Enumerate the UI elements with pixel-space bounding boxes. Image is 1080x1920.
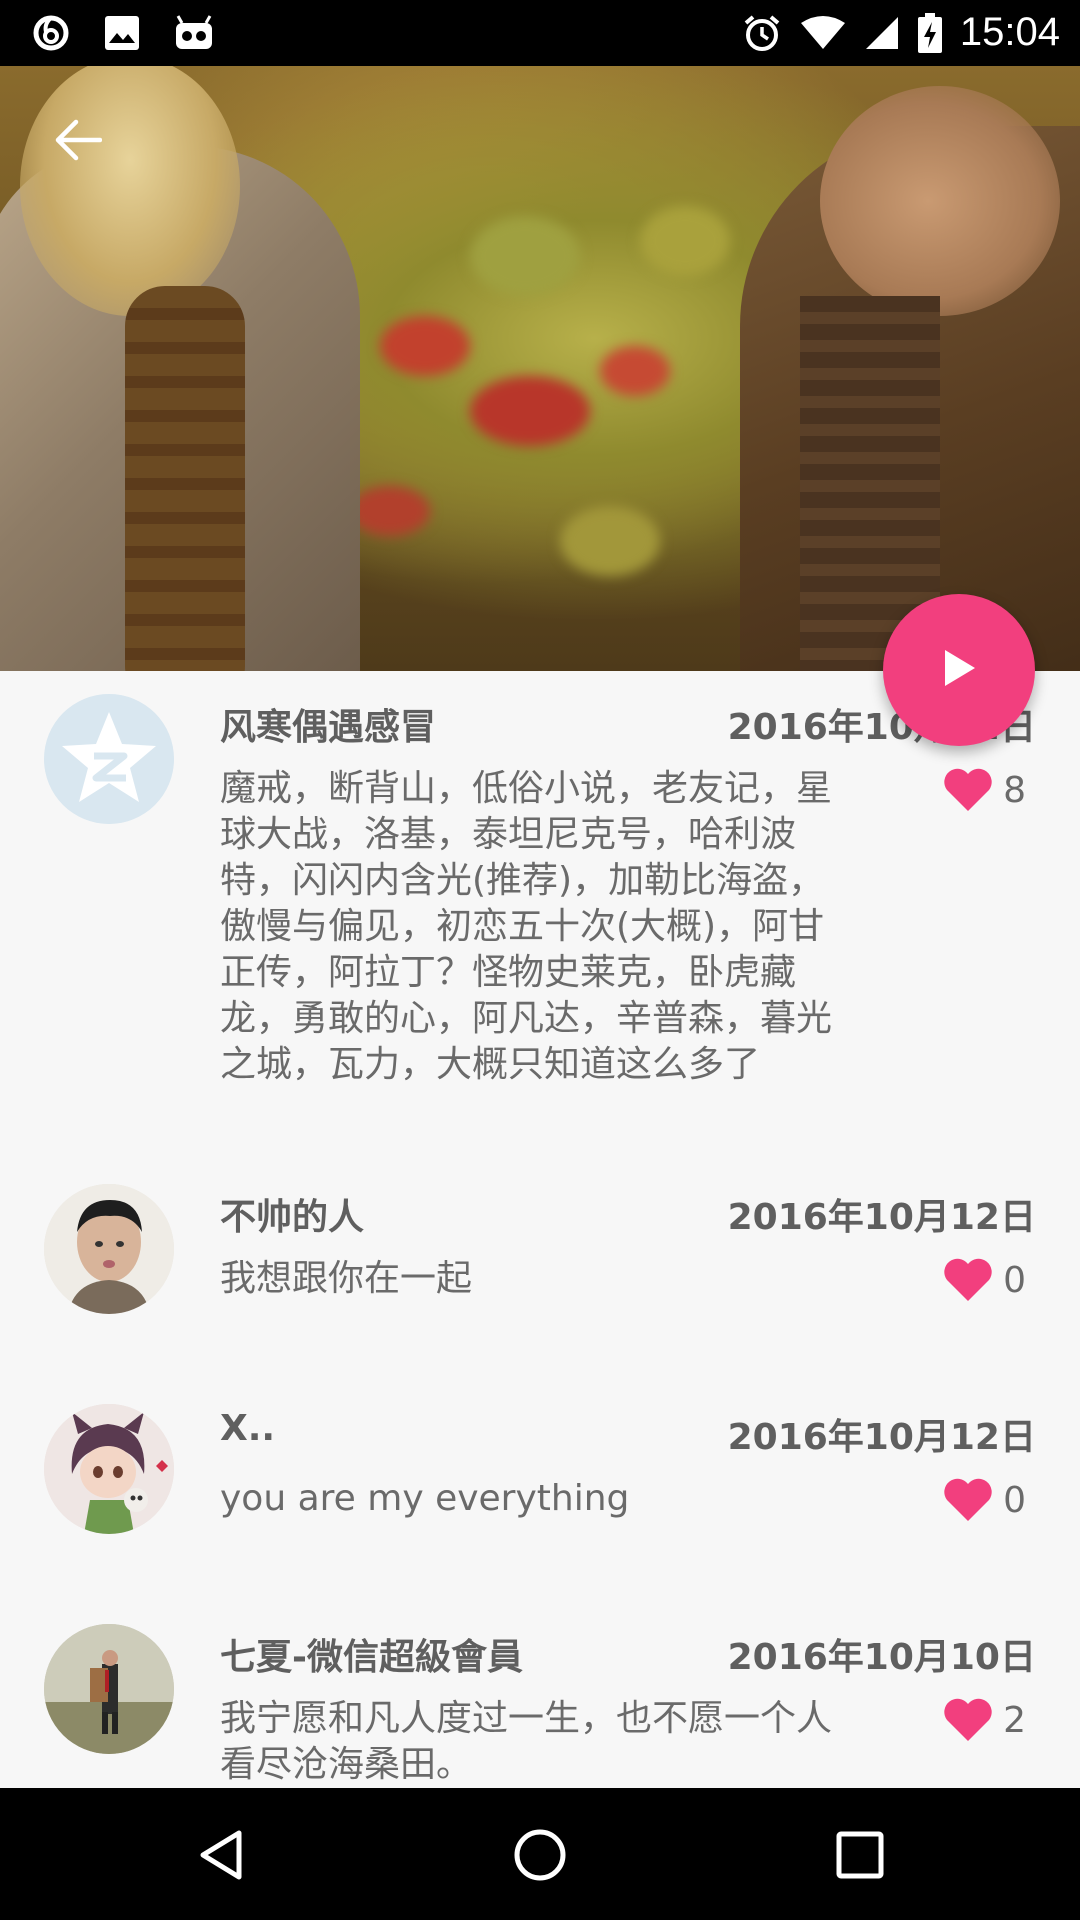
image-icon [104, 15, 140, 51]
back-button[interactable] [48, 112, 108, 172]
avatar[interactable] [44, 1624, 174, 1754]
comment-text: 我宁愿和凡人度过一生，也不愿一个人看尽沧海桑田。 [220, 1698, 833, 1785]
netease-music-icon [32, 14, 70, 52]
like-button[interactable]: 8 [943, 768, 1026, 812]
comment-item[interactable]: 七夏-微信超級會員 2016年10月10日 我宁愿和凡人度过一生，也不愿一个人看… [0, 1624, 1080, 1788]
comment-date: 2016年10月10日 [727, 1637, 1036, 1678]
play-button[interactable] [883, 594, 1035, 746]
qzone-logo-icon [44, 694, 174, 824]
comment-date: 2016年10月12日 [727, 1417, 1036, 1458]
robot-icon [174, 15, 214, 51]
person-right-figure [740, 86, 1080, 671]
like-button[interactable]: 0 [943, 1478, 1026, 1522]
anime-character-icon [44, 1404, 174, 1534]
comment-text: you are my everything [220, 1478, 630, 1519]
comment-item[interactable]: 不帅的人 2016年10月12日 我想跟你在一起 0 [0, 1184, 1080, 1334]
person-photo-icon [44, 1184, 174, 1314]
nav-back-button[interactable] [186, 1820, 256, 1890]
nav-recents-button[interactable] [825, 1820, 895, 1890]
heart-icon [944, 1698, 992, 1741]
heart-icon [944, 768, 992, 811]
circle-home-icon [514, 1829, 566, 1881]
comment-text: 魔戒，断背山，低俗小说，老友记，星球大战，洛基，泰坦尼克号，哈利波特，闪闪内含光… [220, 768, 833, 1085]
avatar[interactable] [44, 1184, 174, 1314]
comment-item[interactable]: 风寒偶遇感冒 2016年10月12日 魔戒，断背山，低俗小说，老友记，星球大战，… [0, 694, 1080, 1134]
square-recents-icon [836, 1831, 884, 1879]
wifi-icon [800, 15, 846, 51]
arrow-back-icon [54, 119, 103, 165]
avatar[interactable] [44, 694, 174, 824]
like-count: 8 [1003, 769, 1026, 811]
heart-icon [944, 1258, 992, 1301]
battery-charging-icon [917, 12, 942, 53]
comment-date: 2016年10月12日 [727, 1197, 1036, 1238]
person-left-figure [0, 66, 360, 671]
avatar[interactable] [44, 1404, 174, 1534]
comment-text: 我想跟你在一起 [220, 1258, 473, 1299]
comment-author: 七夏-微信超級會員 [220, 1637, 523, 1678]
alarm-icon [742, 13, 782, 53]
comment-author: 不帅的人 [220, 1197, 365, 1238]
heart-icon [944, 1478, 992, 1521]
like-button[interactable]: 0 [943, 1258, 1026, 1302]
comment-author: X.. [220, 1408, 276, 1449]
like-button[interactable]: 2 [943, 1698, 1026, 1742]
comment-item[interactable]: X.. 2016年10月12日 you are my everything 0 [0, 1404, 1080, 1554]
signal-icon [864, 15, 900, 51]
like-count: 2 [1003, 1699, 1026, 1741]
movie-cover-image [0, 66, 1080, 671]
play-icon [939, 646, 979, 694]
navigation-bar [0, 1788, 1080, 1920]
comment-author: 风寒偶遇感冒 [220, 707, 437, 748]
nav-home-button[interactable] [505, 1820, 575, 1890]
clock-time: 15:04 [959, 10, 1060, 54]
triangle-back-icon [200, 1830, 242, 1880]
like-count: 0 [1003, 1259, 1026, 1301]
status-bar: 15:04 [0, 0, 1080, 66]
like-count: 0 [1003, 1479, 1026, 1521]
person-photo-icon [44, 1624, 174, 1754]
